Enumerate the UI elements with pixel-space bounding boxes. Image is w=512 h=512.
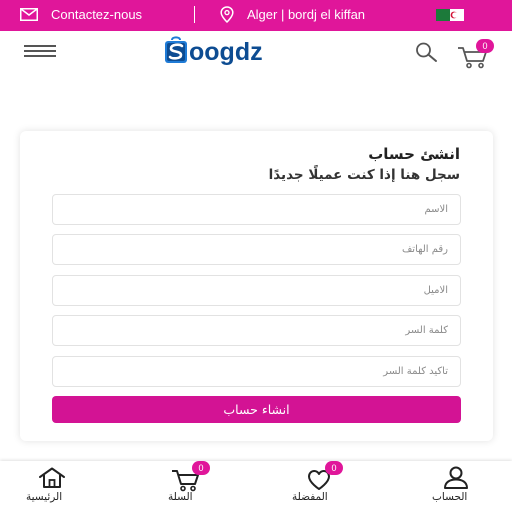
location-pin-icon bbox=[220, 6, 234, 23]
top-bar: Contactez-nous Alger | bordj el kiffan bbox=[0, 0, 512, 31]
confirm-password-input[interactable] bbox=[52, 356, 461, 387]
header-cart-button[interactable]: 0 bbox=[456, 39, 494, 69]
nav-account[interactable]: الحساب bbox=[424, 461, 494, 512]
nav-wishlist-badge: 0 bbox=[325, 461, 343, 475]
home-icon bbox=[39, 467, 65, 488]
mail-icon bbox=[20, 8, 38, 21]
register-card: انشئ حساب سجل هنا إذا كنت عميلًا جديدًا … bbox=[20, 131, 493, 441]
register-subtitle: سجل هنا إذا كنت عميلًا جديدًا bbox=[268, 167, 460, 183]
logo-text: oogdz bbox=[189, 38, 263, 66]
nav-cart[interactable]: 0 السلة bbox=[158, 461, 218, 512]
header: oogdz 0 bbox=[0, 31, 512, 71]
user-icon bbox=[444, 466, 468, 489]
create-account-button[interactable]: انشاء حساب bbox=[52, 396, 461, 423]
nav-home[interactable]: الرئيسية bbox=[16, 461, 96, 512]
register-title: انشئ حساب bbox=[368, 145, 460, 163]
nav-home-label: الرئيسية bbox=[26, 491, 63, 503]
search-icon[interactable] bbox=[414, 41, 438, 63]
divider bbox=[194, 6, 195, 23]
cart-count-badge: 0 bbox=[476, 39, 494, 53]
logo[interactable]: oogdz bbox=[162, 36, 317, 66]
nav-cart-label: السلة bbox=[168, 491, 193, 503]
nav-wishlist[interactable]: 0 المفضلة bbox=[288, 461, 358, 512]
algeria-flag-icon[interactable] bbox=[436, 9, 464, 21]
email-input[interactable] bbox=[52, 275, 461, 306]
menu-icon[interactable] bbox=[24, 45, 56, 59]
phone-input[interactable] bbox=[52, 234, 461, 265]
name-input[interactable] bbox=[52, 194, 461, 225]
password-input[interactable] bbox=[52, 315, 461, 346]
location-label[interactable]: Alger | bordj el kiffan bbox=[247, 7, 365, 22]
bottom-nav: الرئيسية 0 السلة 0 المفضلة الحساب bbox=[0, 461, 512, 512]
nav-cart-badge: 0 bbox=[192, 461, 210, 475]
contact-link[interactable]: Contactez-nous bbox=[51, 7, 142, 22]
nav-account-label: الحساب bbox=[432, 491, 468, 503]
nav-wishlist-label: المفضلة bbox=[292, 491, 328, 503]
